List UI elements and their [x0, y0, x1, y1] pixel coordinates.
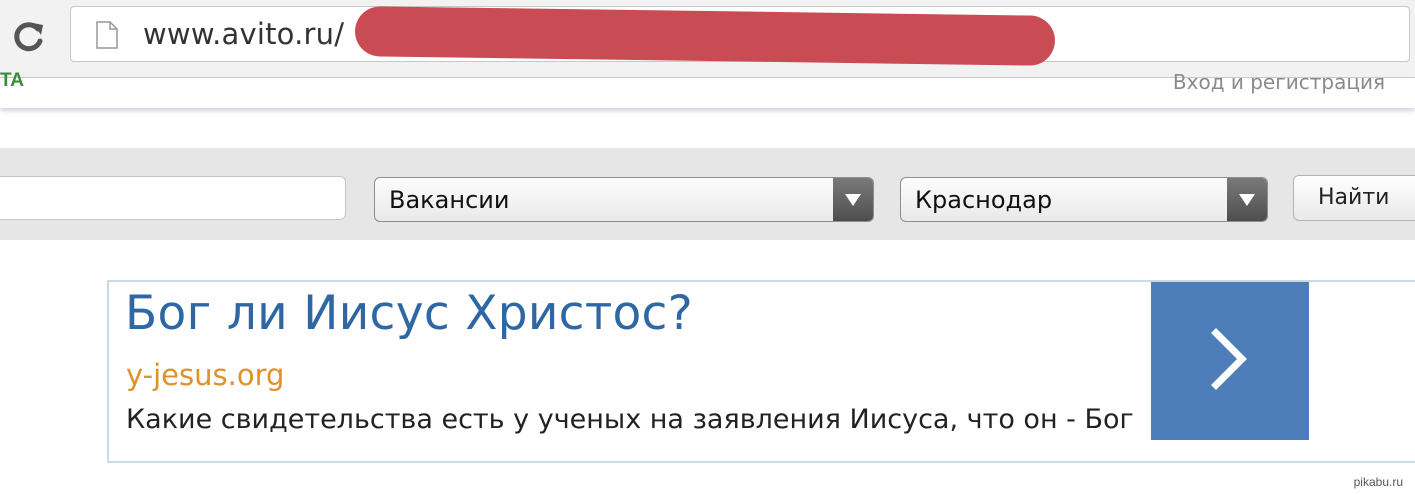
watermark: pikabu.ru	[1353, 475, 1403, 489]
category-select-value: Вакансии	[389, 186, 510, 214]
triangle-down-icon[interactable]	[1227, 178, 1267, 221]
header-left-link[interactable]: TA	[0, 70, 24, 92]
browser-toolbar: www.avito.ru/	[0, 0, 1415, 78]
ad-arrow-button[interactable]	[1151, 282, 1309, 440]
redaction-mark	[354, 6, 1056, 66]
page-icon	[95, 21, 119, 54]
search-bar: Вакансии Краснодар Найти	[0, 148, 1415, 240]
city-select-value: Краснодар	[915, 186, 1053, 214]
triangle-down-icon[interactable]	[833, 178, 873, 221]
site-header: TA Вход и регистрация	[0, 70, 1415, 108]
reload-icon[interactable]	[10, 18, 48, 56]
search-input[interactable]	[0, 176, 346, 220]
login-register-link[interactable]: Вход и регистрация	[1173, 70, 1385, 94]
find-button[interactable]: Найти	[1293, 175, 1415, 221]
city-select[interactable]: Краснодар	[900, 177, 1268, 222]
ad-block[interactable]: Бог ли Иисус Христос? y-jesus.org Какие …	[107, 280, 1415, 463]
category-select[interactable]: Вакансии	[374, 177, 874, 222]
ad-title[interactable]: Бог ли Иисус Христос?	[125, 286, 693, 341]
chevron-right-icon	[1210, 327, 1250, 396]
ad-description: Какие свидетельства есть у ученых на зая…	[126, 404, 1134, 435]
ad-domain[interactable]: y-jesus.org	[126, 358, 284, 392]
url-text: www.avito.ru/	[143, 17, 345, 51]
address-bar[interactable]: www.avito.ru/	[70, 6, 1410, 66]
